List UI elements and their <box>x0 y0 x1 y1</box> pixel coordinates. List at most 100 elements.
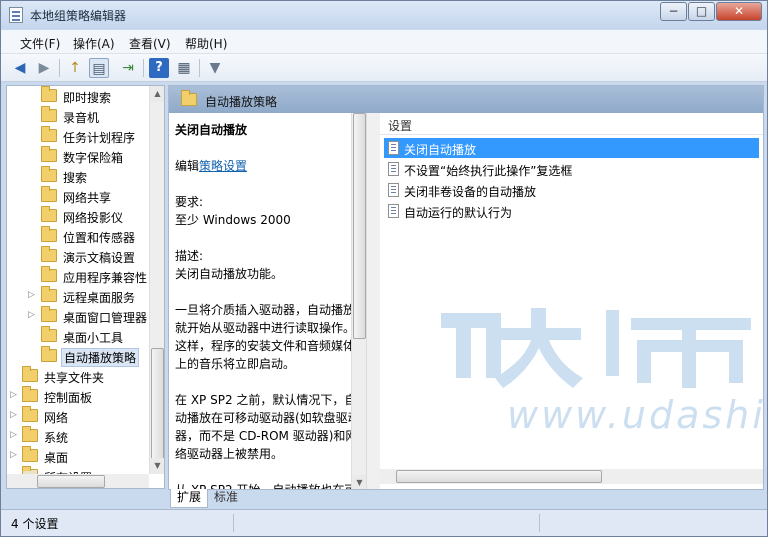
tab-extended[interactable]: 扩展 <box>170 489 209 508</box>
tree-item-label: 演示文稿设置 <box>63 251 136 265</box>
folder-icon <box>41 126 57 142</box>
list-item-selected[interactable]: 关闭自动播放 <box>384 138 759 158</box>
navigation-tree[interactable]: 即时搜索 录音机 任务计划程序 数字保险箱 搜索 网络共享 网络投影仪 位置和传… <box>6 85 165 489</box>
status-text: 4 个设置 <box>11 517 59 531</box>
scroll-down-icon[interactable]: ▼ <box>352 475 366 489</box>
list-item[interactable]: 不设置“始终执行此操作”复选框 <box>384 159 759 179</box>
folder-icon <box>41 346 57 362</box>
menu-view[interactable]: 查看(V) <box>129 35 171 52</box>
folder-icon <box>41 246 57 262</box>
edit-policy-line: 编辑策略设置 <box>175 157 361 175</box>
forward-arrow-icon[interactable]: ▶ <box>34 58 54 78</box>
scroll-thumb[interactable] <box>396 470 602 483</box>
toolbar-separator <box>59 59 60 77</box>
tree-item-label: 应用程序兼容性 <box>63 271 148 285</box>
description-value: 关闭自动播放功能。 <box>175 267 284 281</box>
maximize-button[interactable]: □ <box>688 2 715 21</box>
tree-item-label: 网络 <box>44 411 69 425</box>
menu-help[interactable]: 帮助(H) <box>185 35 227 52</box>
list-item-label: 自动运行的默认行为 <box>404 206 513 220</box>
tree-item-label: 网络共享 <box>63 191 112 205</box>
scroll-thumb[interactable] <box>37 475 105 488</box>
scroll-down-icon[interactable]: ▼ <box>150 458 164 474</box>
description-pane: 关闭自动播放 编辑策略设置 要求: 至少 Windows 2000 描述: 关闭自动… <box>169 113 366 489</box>
status-bar: 4 个设置 <box>1 509 767 536</box>
policy-setting-icon <box>388 162 399 176</box>
tree-item-label: 位置和传感器 <box>63 231 136 245</box>
folder-icon <box>41 146 57 162</box>
folder-icon <box>41 86 57 102</box>
description-paragraph: 在 XP SP2 之前，默认情况下，自动播放在可移动驱动器(如软盘驱动器，而不是… <box>175 393 360 461</box>
list-horizontal-scrollbar[interactable] <box>380 469 763 484</box>
tree-vertical-scrollbar[interactable]: ▲ ▼ <box>149 86 164 474</box>
expand-arrow-icon[interactable]: ▷ <box>10 430 17 440</box>
scroll-up-icon[interactable]: ▲ <box>150 86 164 102</box>
list-item[interactable]: 关闭非卷设备的自动播放 <box>384 180 759 200</box>
folder-icon <box>41 266 57 282</box>
window: 本地组策略编辑器 − □ ✕ 文件(F) 操作(A) 查看(V) 帮助(H) ◀… <box>0 0 768 537</box>
title-bar[interactable]: 本地组策略编辑器 − □ ✕ <box>1 1 767 29</box>
minimize-button[interactable]: − <box>660 2 687 21</box>
tree-item-label: 桌面 <box>44 451 69 465</box>
help-icon[interactable]: ? <box>149 58 169 78</box>
app-icon <box>9 7 23 23</box>
status-divider <box>539 514 540 532</box>
tree-item-label: 搜索 <box>63 171 88 185</box>
expand-arrow-icon[interactable]: ▷ <box>28 310 35 320</box>
description-paragraph: 一旦将介质插入驱动器，自动播放就开始从驱动器中进行读取操作。这样，程序的安装文件… <box>175 303 356 371</box>
close-button[interactable]: ✕ <box>716 2 762 21</box>
list-item[interactable]: 自动运行的默认行为 <box>384 201 759 221</box>
panel-header: 自动播放策略 <box>169 86 763 113</box>
tree-item-label: 桌面小工具 <box>63 331 124 345</box>
show-hide-tree-icon[interactable]: ▤ <box>89 58 109 78</box>
menu-file[interactable]: 文件(F) <box>20 35 60 52</box>
details-pane: 自动播放策略 关闭自动播放 编辑策略设置 要求: 至少 Windows 2000 … <box>168 85 764 490</box>
expand-arrow-icon[interactable]: ▷ <box>28 290 35 300</box>
expand-arrow-icon[interactable]: ▷ <box>10 390 17 400</box>
folder-icon <box>22 426 38 442</box>
back-arrow-icon[interactable]: ◀ <box>10 58 30 78</box>
filter-icon[interactable]: ▼ <box>205 58 225 78</box>
column-header-label: 设置 <box>388 119 413 133</box>
folder-icon <box>181 90 197 106</box>
description-scrollbar[interactable]: ▼ <box>351 113 366 489</box>
properties-icon[interactable]: ▦ <box>174 58 194 78</box>
folder-icon <box>22 446 38 462</box>
tree-item-label: 自动播放策略 <box>61 348 140 367</box>
folder-icon <box>41 106 57 122</box>
folder-icon <box>41 286 57 302</box>
tab-standard[interactable]: 标准 <box>208 489 244 508</box>
scroll-thumb[interactable] <box>151 348 164 470</box>
toolbar: ◀ ▶ ↑ ▤ ⇥ ? ▦ ▼ <box>1 54 767 82</box>
toolbar-separator <box>143 59 144 77</box>
policy-setting-icon <box>388 204 399 218</box>
folder-icon <box>41 206 57 222</box>
tree-item-label: 网络投影仪 <box>63 211 124 225</box>
policy-setting-icon <box>388 183 399 197</box>
folder-icon <box>22 366 38 382</box>
column-header-setting[interactable]: 设置 <box>380 113 763 135</box>
menu-action[interactable]: 操作(A) <box>73 35 115 52</box>
tree-item-label: 即时搜索 <box>63 91 112 105</box>
pane-splitter[interactable] <box>366 113 380 489</box>
tree-item-label: 控制面板 <box>44 391 93 405</box>
export-list-icon[interactable]: ⇥ <box>118 58 138 78</box>
window-title: 本地组策略编辑器 <box>30 9 127 23</box>
policy-title: 关闭自动播放 <box>175 123 248 137</box>
requirements: 要求: 至少 Windows 2000 <box>175 193 361 229</box>
edit-prefix: 编辑 <box>175 159 200 173</box>
folder-icon <box>22 386 38 402</box>
up-folder-icon[interactable]: ↑ <box>65 58 85 78</box>
edit-policy-link[interactable]: 策略设置 <box>199 159 247 173</box>
settings-list: 设置 关闭自动播放 不设置“始终执行此操作”复选框 关闭非卷设备的自动播放 自动… <box>380 113 763 489</box>
tree-horizontal-scrollbar[interactable] <box>7 474 149 488</box>
menu-bar: 文件(F) 操作(A) 查看(V) 帮助(H) <box>1 30 767 54</box>
scroll-thumb[interactable] <box>353 113 366 339</box>
view-tabs: 扩展 标准 <box>168 489 418 509</box>
description-label: 描述: <box>175 249 204 263</box>
list-item-label: 不设置“始终执行此操作”复选框 <box>404 164 573 178</box>
expand-arrow-icon[interactable]: ▷ <box>10 410 17 420</box>
expand-arrow-icon[interactable]: ▷ <box>10 450 17 460</box>
tree-item-label: 远程桌面服务 <box>63 291 136 305</box>
toolbar-separator <box>199 59 200 77</box>
